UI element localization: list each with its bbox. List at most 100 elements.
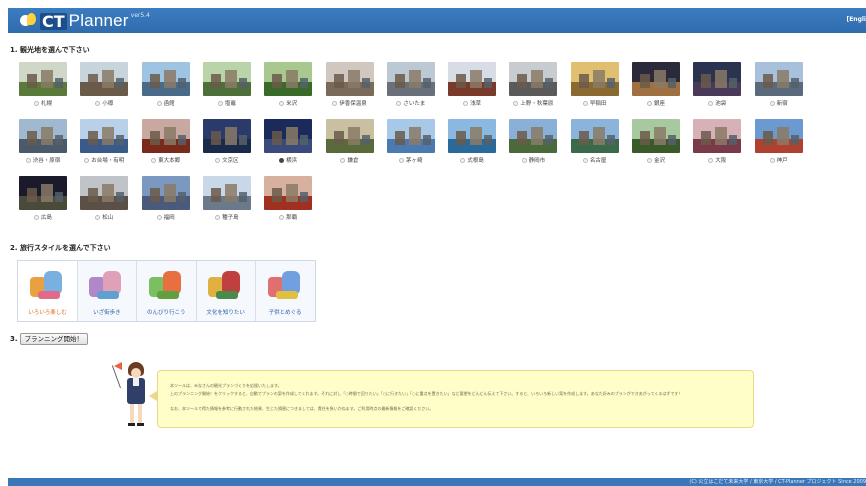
destination-photo[interactable]	[202, 119, 251, 153]
destination-radio[interactable]	[513, 101, 519, 106]
destination-option[interactable]: 名古屋	[567, 119, 623, 167]
destination-option[interactable]: 横浜	[260, 119, 316, 167]
destination-option[interactable]: お台場・有明	[76, 119, 132, 167]
destination-option[interactable]: 伊香保温泉	[322, 62, 378, 110]
destination-option[interactable]: 渋谷・原宿	[15, 119, 71, 167]
destination-radio[interactable]	[463, 101, 469, 106]
destination-photo[interactable]	[325, 62, 374, 96]
destination-option[interactable]: 新宿	[751, 62, 807, 110]
destination-option[interactable]: 米沢	[260, 62, 316, 110]
destination-photo[interactable]	[19, 176, 67, 210]
destination-option[interactable]: 函館	[138, 62, 194, 110]
destination-radio[interactable]	[215, 215, 221, 220]
destination-photo[interactable]	[19, 62, 67, 96]
destination-radio[interactable]	[279, 158, 285, 163]
destination-option[interactable]: 静岡市	[505, 119, 561, 167]
destination-radio[interactable]	[33, 101, 39, 106]
destination-photo[interactable]	[80, 176, 129, 210]
destination-photo[interactable]	[141, 119, 190, 153]
destination-photo[interactable]	[570, 62, 619, 96]
destination-photo[interactable]	[80, 119, 129, 153]
destination-photo[interactable]	[264, 119, 313, 153]
destination-option[interactable]: 池袋	[689, 62, 745, 110]
destination-option[interactable]: 福岡	[138, 176, 194, 224]
destination-photo[interactable]	[754, 119, 803, 153]
destination-radio[interactable]	[582, 101, 588, 106]
destination-radio[interactable]	[582, 158, 588, 163]
destination-photo[interactable]	[693, 119, 742, 153]
destination-radio[interactable]	[340, 158, 346, 163]
destination-radio[interactable]	[332, 101, 338, 106]
destination-photo[interactable]	[570, 119, 619, 153]
destination-option[interactable]: さいたま	[383, 62, 439, 110]
destination-radio[interactable]	[460, 158, 466, 163]
destination-option[interactable]: 式根島	[444, 119, 500, 167]
destination-option[interactable]: 松山	[76, 176, 132, 224]
destination-radio[interactable]	[708, 158, 714, 163]
destination-radio[interactable]	[769, 158, 775, 163]
destination-photo[interactable]	[80, 62, 129, 96]
destination-photo[interactable]	[386, 62, 435, 96]
travel-style-option[interactable]: いろいろ楽しむ	[18, 261, 78, 321]
destination-radio[interactable]	[279, 215, 285, 220]
destination-photo[interactable]	[202, 176, 251, 210]
travel-style-option[interactable]: 文化を知りたい	[196, 261, 257, 321]
destination-radio[interactable]	[156, 215, 162, 220]
destination-option[interactable]: 文京区	[199, 119, 255, 167]
destination-option[interactable]: 小樽	[76, 62, 132, 110]
destination-radio[interactable]	[521, 158, 527, 163]
destination-radio[interactable]	[217, 101, 223, 106]
destination-radio[interactable]	[84, 158, 90, 163]
destination-photo[interactable]	[141, 176, 190, 210]
destination-photo[interactable]	[264, 176, 313, 210]
destination-option[interactable]: 東大本郷	[138, 119, 194, 167]
destination-radio[interactable]	[769, 101, 775, 106]
destination-option[interactable]: 那覇	[260, 176, 316, 224]
destination-photo[interactable]	[509, 62, 558, 96]
destination-photo[interactable]	[509, 119, 558, 153]
destination-radio[interactable]	[399, 158, 405, 163]
destination-radio[interactable]	[215, 158, 221, 163]
destination-photo[interactable]	[141, 62, 190, 96]
destination-option[interactable]: 早稲田	[567, 62, 623, 110]
destination-photo[interactable]	[264, 62, 313, 96]
destination-option[interactable]: 札幌	[15, 62, 71, 110]
destination-radio[interactable]	[25, 158, 31, 163]
destination-radio[interactable]	[151, 158, 157, 163]
destination-photo[interactable]	[632, 62, 680, 96]
destination-photo[interactable]	[325, 119, 374, 153]
travel-style-option[interactable]: 子供とめぐる	[256, 261, 315, 321]
travel-style-option[interactable]: のんびり行こう	[137, 261, 197, 321]
english-link[interactable]: [Engli	[846, 16, 866, 23]
destination-radio[interactable]	[396, 101, 402, 106]
destination-photo[interactable]	[693, 62, 742, 96]
destination-radio[interactable]	[646, 158, 652, 163]
destination-option[interactable]: 浅草	[444, 62, 500, 110]
start-planning-button[interactable]: プランニング開始！	[19, 332, 89, 345]
destination-photo[interactable]	[754, 62, 803, 96]
destination-radio[interactable]	[646, 101, 652, 106]
destination-photo[interactable]	[632, 119, 680, 153]
logo[interactable]: CT Planner ver5.4	[20, 10, 150, 32]
destination-option[interactable]: 大阪	[689, 119, 745, 167]
travel-style-option[interactable]: いざ街歩き	[77, 261, 138, 321]
destination-photo[interactable]	[386, 119, 435, 153]
destination-option[interactable]: 塩竈	[199, 62, 255, 110]
destination-option[interactable]: 茅ヶ崎	[383, 119, 439, 167]
destination-photo[interactable]	[19, 119, 67, 153]
destination-photo[interactable]	[448, 62, 497, 96]
destination-option[interactable]: 金沢	[628, 119, 684, 167]
destination-radio[interactable]	[156, 101, 162, 106]
destination-photo[interactable]	[448, 119, 497, 153]
destination-radio[interactable]	[33, 215, 39, 220]
destination-radio[interactable]	[279, 101, 285, 106]
destination-option[interactable]: 銀座	[628, 62, 684, 110]
destination-option[interactable]: 種子島	[199, 176, 255, 224]
destination-option[interactable]: 鎌倉	[322, 119, 378, 167]
destination-option[interactable]: 神戸	[751, 119, 807, 167]
destination-radio[interactable]	[708, 101, 714, 106]
destination-option[interactable]: 広島	[15, 176, 71, 224]
destination-photo[interactable]	[202, 62, 251, 96]
destination-option[interactable]: 上野・秋葉原	[505, 62, 561, 110]
destination-radio[interactable]	[95, 101, 101, 106]
